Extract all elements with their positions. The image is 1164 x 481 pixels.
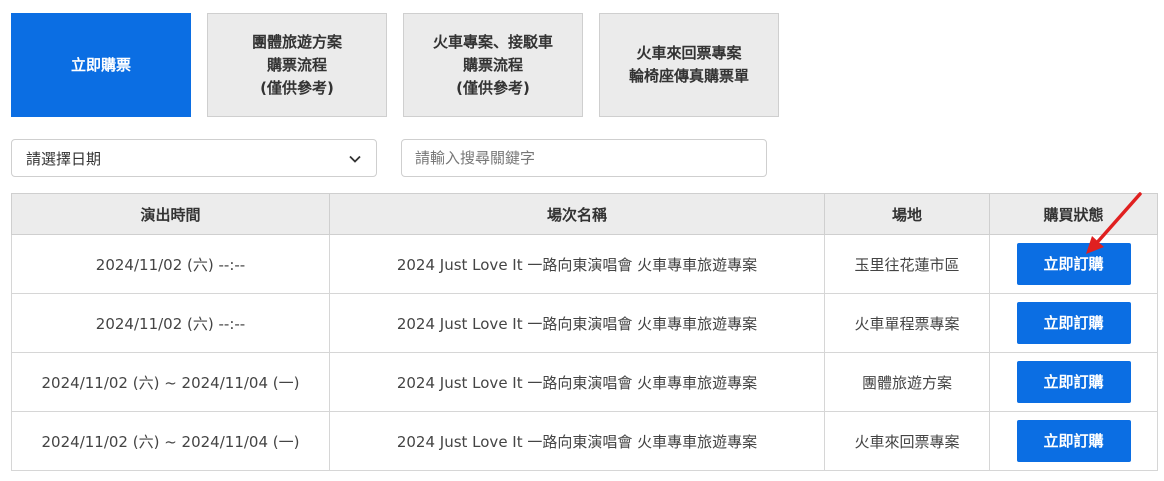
table-row: 2024/11/02 (六) ~ 2024/11/04 (一) 2024 Jus… (11, 352, 1158, 412)
cell-name: 2024 Just Love It 一路向東演唱會 火車專車旅遊專案 (329, 352, 825, 412)
round-trip-wheelchair-button[interactable]: 火車來回票專案 輪椅座傳真購票單 (599, 13, 779, 117)
cell-venue: 火車單程票專案 (824, 293, 990, 353)
header-venue: 場地 (824, 193, 990, 235)
group-tour-line-2: 購票流程 (266, 55, 327, 74)
round-trip-line-2: 輪椅座傳真購票單 (628, 67, 749, 85)
group-tour-line-3: (僅供參考) (260, 78, 334, 97)
chevron-down-icon (349, 155, 361, 163)
header-time: 演出時間 (11, 193, 330, 235)
cell-name: 2024 Just Love It 一路向東演唱會 火車專車旅遊專案 (329, 234, 825, 294)
order-now-button[interactable]: 立即訂購 (1016, 243, 1131, 285)
cell-name: 2024 Just Love It 一路向東演唱會 火車專車旅遊專案 (329, 411, 825, 471)
header-name: 場次名稱 (329, 193, 825, 235)
table-row: 2024/11/02 (六) ~ 2024/11/04 (一) 2024 Jus… (11, 411, 1158, 471)
cell-venue: 火車來回票專案 (824, 411, 990, 471)
cell-time: 2024/11/02 (六) ~ 2024/11/04 (一) (11, 352, 330, 412)
table-row: 2024/11/02 (六) --:-- 2024 Just Love It 一… (11, 234, 1158, 294)
cell-status: 立即訂購 (989, 234, 1158, 294)
cell-time: 2024/11/02 (六) ~ 2024/11/04 (一) (11, 411, 330, 471)
table-row: 2024/11/02 (六) --:-- 2024 Just Love It 一… (11, 293, 1158, 353)
cell-time: 2024/11/02 (六) --:-- (11, 293, 330, 353)
train-shuttle-line-3: (僅供參考) (456, 78, 530, 97)
buy-ticket-label: 立即購票 (70, 55, 131, 74)
header-status: 購買狀態 (989, 193, 1158, 235)
train-shuttle-guide-button[interactable]: 火車專案、接駁車 購票流程 (僅供參考) (403, 13, 583, 117)
cell-status: 立即訂購 (989, 293, 1158, 353)
cell-time: 2024/11/02 (六) --:-- (11, 234, 330, 294)
order-now-button[interactable]: 立即訂購 (1016, 302, 1131, 344)
cell-status: 立即訂購 (989, 411, 1158, 471)
cell-venue: 團體旅遊方案 (824, 352, 990, 412)
group-tour-guide-button[interactable]: 團體旅遊方案 購票流程 (僅供參考) (207, 13, 387, 117)
train-shuttle-line-1: 火車專案、接駁車 (432, 32, 553, 51)
order-now-button[interactable]: 立即訂購 (1016, 361, 1131, 403)
date-select-label: 請選擇日期 (26, 149, 102, 168)
date-select[interactable]: 請選擇日期 (11, 139, 377, 177)
round-trip-line-1: 火車來回票專案 (636, 44, 742, 62)
cell-name: 2024 Just Love It 一路向東演唱會 火車專車旅遊專案 (329, 293, 825, 353)
group-tour-line-1: 團體旅遊方案 (251, 32, 342, 51)
buy-ticket-button[interactable]: 立即購票 (11, 13, 191, 117)
cell-status: 立即訂購 (989, 352, 1158, 412)
search-input[interactable] (401, 139, 767, 177)
train-shuttle-line-2: 購票流程 (462, 55, 523, 74)
cell-venue: 玉里往花蓮市區 (824, 234, 990, 294)
table-header-row: 演出時間 場次名稱 場地 購買狀態 (11, 193, 1158, 235)
events-table: 演出時間 場次名稱 場地 購買狀態 2024/11/02 (六) --:-- 2… (11, 193, 1158, 471)
order-now-button[interactable]: 立即訂購 (1016, 420, 1131, 462)
